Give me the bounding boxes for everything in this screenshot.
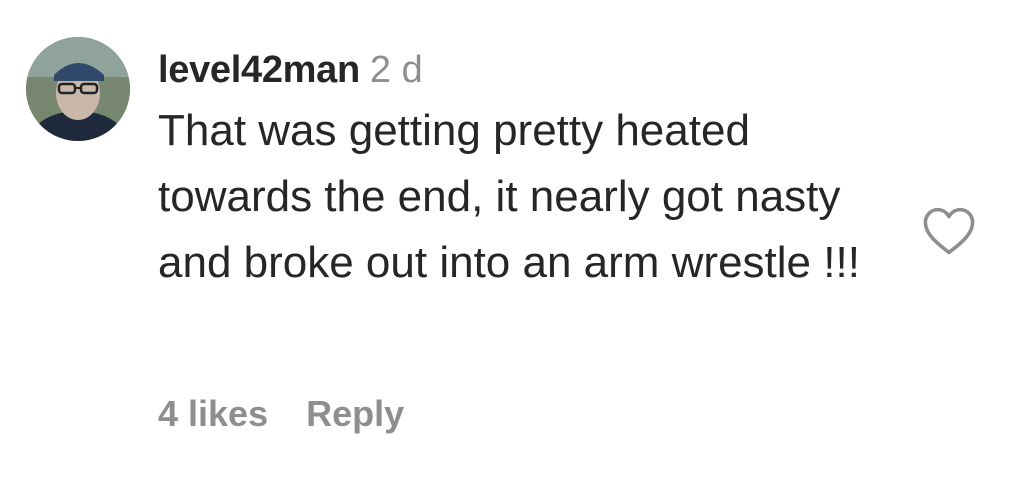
avatar[interactable]: [26, 37, 130, 141]
reply-button[interactable]: Reply: [306, 393, 404, 434]
timestamp[interactable]: 2 d: [370, 49, 423, 91]
like-button[interactable]: [922, 206, 976, 256]
comment-body: level42man 2 d That was getting pretty he…: [158, 44, 898, 296]
comment-text: That was getting pretty heated towards t…: [158, 106, 860, 287]
comment-actions: 4 likes Reply: [158, 391, 404, 437]
comment: level42man 2 d That was getting pretty he…: [0, 0, 1024, 478]
likes-count[interactable]: 4 likes: [158, 393, 268, 434]
avatar-image: [26, 37, 130, 141]
username[interactable]: level42man: [158, 49, 360, 91]
heart-outline-icon: [923, 207, 975, 255]
comment-header: level42man 2 d: [158, 44, 898, 96]
